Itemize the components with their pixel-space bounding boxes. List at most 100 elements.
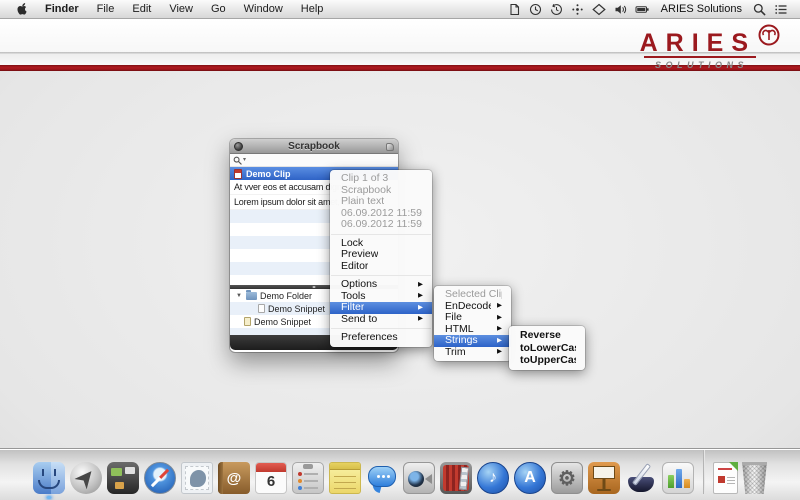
dock-icon-document[interactable]	[713, 462, 738, 494]
menu-info-clip-count: Clip 1 of 3	[330, 173, 432, 185]
context-menu: Clip 1 of 3 Scrapbook Plain text 06.09.2…	[330, 170, 432, 347]
menu-item-send-to[interactable]: Send to▶	[330, 314, 432, 326]
dock-icon-keynote[interactable]	[587, 462, 621, 494]
menu-go[interactable]: Go	[202, 3, 235, 15]
submenu-arrow-icon: ▶	[497, 326, 502, 333]
window-close-button[interactable]	[234, 142, 243, 151]
submenu-item-reverse[interactable]: Reverse	[509, 329, 585, 342]
menu-info-created: 06.09.2012 11:59:46	[330, 208, 432, 220]
submenu-arrow-icon: ▶	[497, 349, 502, 356]
menu-help[interactable]: Help	[292, 3, 333, 15]
folder-icon	[246, 292, 257, 300]
dock-icon-finder[interactable]	[32, 462, 66, 494]
menu-separator	[331, 234, 431, 235]
search-bar[interactable]: ▾	[230, 154, 398, 167]
desktop: ARIES Solutions Finder File Edit View Go…	[0, 0, 800, 500]
menu-item-preferences[interactable]: Preferences	[330, 332, 432, 344]
aries-logo-subtitle: Solutions	[640, 60, 780, 70]
menu-window[interactable]: Window	[235, 3, 292, 15]
strings-submenu: Reverse toLowerCase toUpperCase	[509, 326, 585, 370]
submenu-arrow-icon: ▶	[497, 338, 502, 345]
menu-separator	[331, 328, 431, 329]
notification-center-icon[interactable]	[770, 3, 792, 16]
submenu-item-endecode[interactable]: EnDecode▶	[434, 301, 511, 313]
submenu-arrow-icon: ▶	[497, 303, 502, 310]
dock-icon-pages[interactable]	[624, 462, 658, 494]
snippet-icon	[244, 317, 251, 326]
menu-user-label[interactable]: ARIES Solutions	[654, 3, 749, 15]
dock-icon-safari[interactable]	[143, 462, 177, 494]
time-machine-icon[interactable]	[546, 3, 567, 16]
dock-icon-calendar[interactable]: 6	[254, 462, 288, 494]
menu-item-options[interactable]: Options▶	[330, 279, 432, 291]
running-indicator	[47, 496, 52, 499]
spotlight-icon[interactable]	[749, 3, 770, 16]
submenu-item-html[interactable]: HTML▶	[434, 324, 511, 336]
dock-icon-reminders[interactable]	[291, 462, 325, 494]
dock-icon-mission-control[interactable]	[106, 462, 140, 494]
clip-title: Demo Clip	[246, 169, 291, 179]
menu-separator	[331, 275, 431, 276]
menu-info-type: Plain text	[330, 196, 432, 208]
menu-edit[interactable]: Edit	[123, 3, 160, 15]
dock-icon-messages[interactable]	[365, 462, 399, 494]
submenu-arrow-icon: ▶	[418, 305, 423, 312]
dock: @ 6	[0, 448, 800, 500]
menu-view[interactable]: View	[160, 3, 202, 15]
menu-bar: Finder File Edit View Go Window Help	[0, 0, 800, 19]
volume-icon[interactable]	[610, 3, 631, 16]
battery-icon[interactable]	[631, 3, 654, 16]
calendar-day: 6	[256, 473, 286, 490]
dock-icon-numbers[interactable]	[661, 462, 695, 494]
menu-item-filter[interactable]: Filter▶	[330, 302, 432, 314]
menu-item-tools[interactable]: Tools▶	[330, 291, 432, 303]
filter-submenu: Selected Clip EnDecode▶ File▶ HTML▶ Stri…	[434, 286, 511, 361]
submenu-item-trim[interactable]: Trim▶	[434, 347, 511, 359]
search-icon	[233, 156, 242, 165]
keyboard-access-icon[interactable]	[567, 3, 588, 16]
snippet-label: Demo Snippet	[268, 304, 325, 314]
menu-info-source: Scrapbook	[330, 185, 432, 197]
clock-icon[interactable]	[525, 3, 546, 16]
dock-icon-facetime[interactable]	[402, 462, 436, 494]
dock-icon-itunes[interactable]: ♪	[476, 462, 510, 494]
snippet-icon	[258, 304, 265, 313]
window-title-bar[interactable]: Scrapbook	[230, 139, 398, 154]
clip-icon	[234, 169, 242, 179]
submenu-item-file[interactable]: File▶	[434, 312, 511, 324]
dock-icon-mail[interactable]	[180, 462, 214, 494]
menu-item-editor[interactable]: Editor	[330, 261, 432, 273]
submenu-arrow-icon: ▶	[418, 282, 423, 289]
dock-separator	[703, 450, 705, 494]
dock-icon-photo-booth[interactable]	[439, 462, 473, 494]
spaces-icon[interactable]	[588, 3, 610, 16]
dock-icon-system-preferences[interactable]: ⚙	[550, 462, 584, 494]
aries-logo: ARIES Solutions	[640, 24, 780, 70]
menu-finder[interactable]: Finder	[36, 3, 88, 15]
snippet-label: Demo Snippet	[254, 317, 311, 327]
submenu-item-tolowercase[interactable]: toLowerCase	[509, 342, 585, 355]
clipboard-icon[interactable]	[504, 3, 525, 16]
submenu-item-strings[interactable]: Strings▶	[434, 335, 511, 347]
dock-icon-app-store[interactable]: A	[513, 462, 547, 494]
submenu-item-selected-clip: Selected Clip	[434, 289, 511, 301]
menu-item-preview[interactable]: Preview	[330, 249, 432, 261]
submenu-arrow-icon: ▶	[418, 316, 423, 323]
aries-logo-text: ARIES	[640, 24, 756, 56]
disclosure-triangle-icon[interactable]: ▼	[235, 293, 243, 299]
window-pin-icon[interactable]	[386, 143, 394, 151]
search-scope-arrow-icon[interactable]: ▾	[243, 157, 246, 163]
dock-icon-trash[interactable]	[741, 462, 768, 494]
folder-label: Demo Folder	[260, 291, 312, 301]
menu-file[interactable]: File	[88, 3, 124, 15]
submenu-item-touppercase[interactable]: toUpperCase	[509, 354, 585, 367]
submenu-arrow-icon: ▶	[418, 293, 423, 300]
dock-icon-notes[interactable]	[328, 462, 362, 494]
aries-ram-icon	[758, 24, 780, 51]
apple-menu-icon[interactable]	[8, 2, 36, 16]
menu-info-modified: 06.09.2012 11:59:46	[330, 219, 432, 231]
dock-icon-contacts[interactable]: @	[217, 462, 251, 494]
menu-item-lock[interactable]: Lock	[330, 238, 432, 250]
dock-icon-launchpad[interactable]	[69, 462, 103, 494]
submenu-arrow-icon: ▶	[497, 315, 502, 322]
